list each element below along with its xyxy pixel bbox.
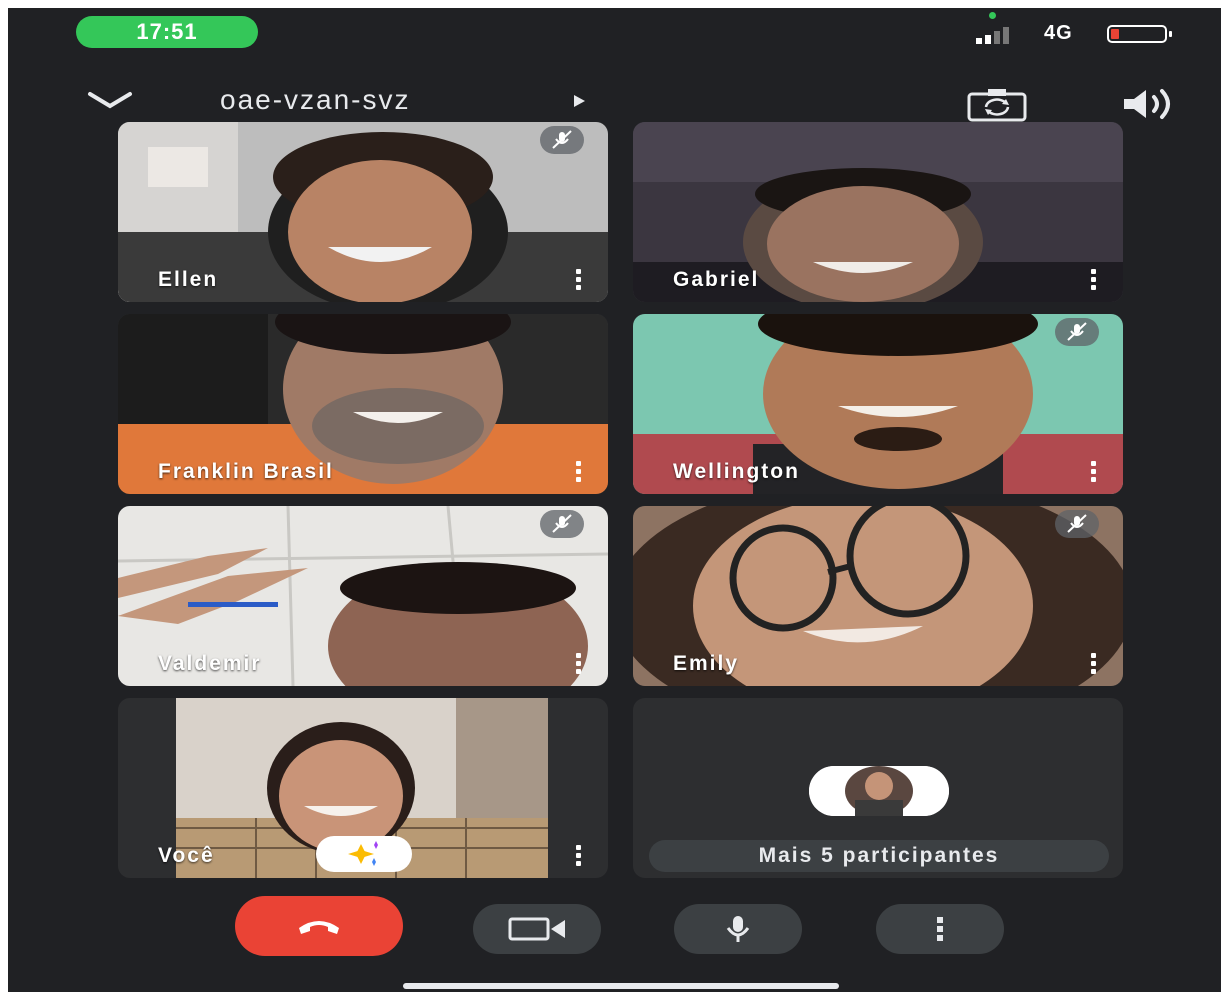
muted-badge	[540, 126, 584, 154]
camera-icon	[508, 917, 565, 941]
camera-in-use-indicator	[989, 12, 996, 19]
participant-name: Franklin Brasil	[158, 460, 334, 483]
participant-name: Gabriel	[673, 268, 760, 291]
camera-toggle-button[interactable]	[473, 904, 601, 954]
more-options-icon[interactable]	[574, 460, 582, 482]
end-call-button[interactable]	[235, 896, 403, 956]
microphone-toggle-button[interactable]	[674, 904, 802, 954]
more-options-icon[interactable]	[574, 652, 582, 674]
participant-tile-valdemir[interactable]: Valdemir	[118, 506, 608, 686]
signal-icon	[976, 27, 1009, 44]
participant-tile-emily[interactable]: Emily	[633, 506, 1123, 686]
more-options-icon[interactable]	[574, 268, 582, 290]
effects-button[interactable]	[316, 836, 412, 872]
chevron-down-icon[interactable]	[86, 88, 134, 112]
microphone-icon	[726, 916, 750, 942]
more-options-icon	[937, 917, 943, 941]
more-options-icon[interactable]	[574, 844, 582, 866]
muted-badge	[1055, 318, 1099, 346]
participant-tile-self[interactable]: Você	[118, 698, 608, 878]
muted-badge	[1055, 510, 1099, 538]
status-time: 17:51	[76, 16, 258, 48]
participant-name: Você	[158, 844, 215, 867]
participant-tile-wellington[interactable]: Wellington	[633, 314, 1123, 494]
more-options-icon[interactable]	[1089, 268, 1097, 290]
more-options-icon[interactable]	[1089, 460, 1097, 482]
more-participants-label[interactable]: Mais 5 participantes	[649, 840, 1109, 872]
participant-tile-ellen[interactable]: Ellen	[118, 122, 608, 302]
participant-tile-franklin-brasil[interactable]: Franklin Brasil	[118, 314, 608, 494]
participant-tile-gabriel[interactable]: Gabriel	[633, 122, 1123, 302]
mic-off-icon	[1067, 514, 1087, 533]
mic-off-icon	[1067, 322, 1087, 341]
participant-name: Ellen	[158, 268, 219, 291]
participant-name: Wellington	[673, 460, 800, 483]
battery-icon	[1107, 25, 1172, 43]
play-arrow-icon[interactable]	[572, 94, 586, 108]
end-call-icon	[299, 921, 339, 934]
switch-camera-icon[interactable]	[966, 86, 1028, 122]
meet-call-screen: 17:51 4G oae-vzan-svz Ellen Gabriel Fran…	[8, 8, 1221, 992]
more-options-button[interactable]	[876, 904, 1004, 954]
more-options-icon[interactable]	[1089, 652, 1097, 674]
home-indicator[interactable]	[403, 983, 839, 989]
speaker-icon[interactable]	[1120, 86, 1178, 122]
meeting-code[interactable]: oae-vzan-svz	[220, 84, 411, 116]
sparkle-icon	[348, 841, 378, 866]
participant-name: Emily	[673, 652, 740, 675]
avatar	[809, 766, 949, 816]
more-participants-tile[interactable]: Mais 5 participantes	[633, 698, 1123, 878]
mic-off-icon	[552, 514, 572, 533]
network-type: 4G	[1044, 22, 1073, 44]
mic-off-icon	[552, 130, 572, 149]
participant-name: Valdemir	[158, 652, 262, 675]
muted-badge	[540, 510, 584, 538]
